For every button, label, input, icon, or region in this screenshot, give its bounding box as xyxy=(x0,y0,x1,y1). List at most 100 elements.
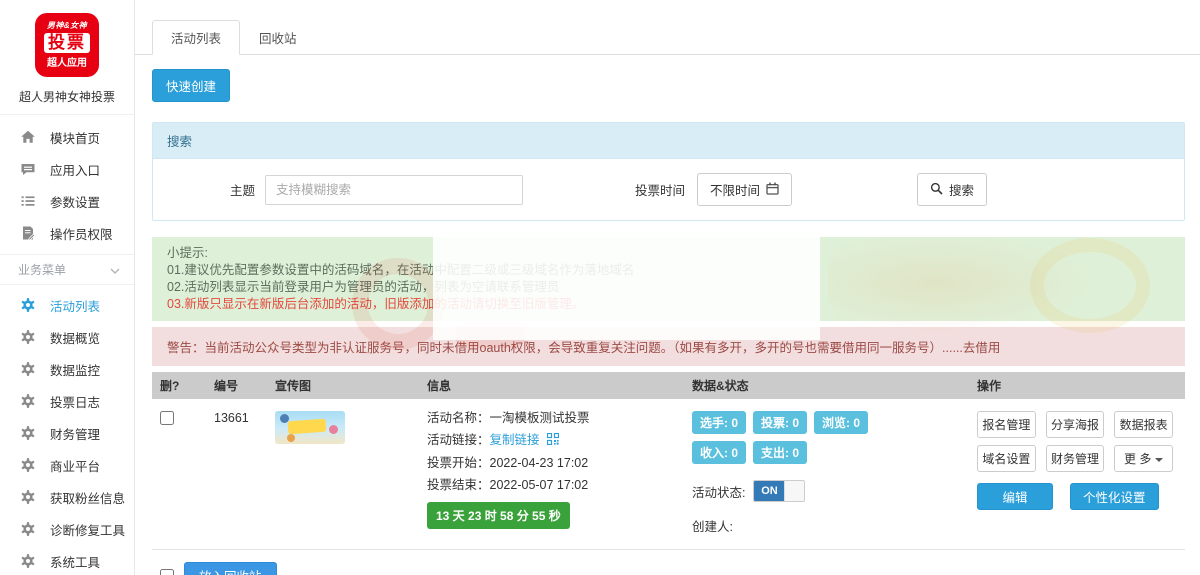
activity-name-label: 活动名称： xyxy=(427,411,490,425)
sidebar-item-operator-permissions[interactable]: 操作员权限 xyxy=(0,217,134,249)
list-icon xyxy=(20,193,36,209)
warning-alert: 警告：当前活动公众号类型为非认证服务号，同时未借用oauth权限，会导致重复关注… xyxy=(152,327,1185,366)
activity-status-toggle[interactable]: ON xyxy=(753,480,805,502)
tips-alert: 小提示: 01.建议优先配置参数设置中的活码域名，在活动中配置二级或三级域名作为… xyxy=(152,237,1185,321)
document-edit-icon xyxy=(20,225,36,241)
sidebar-item-label: 商业平台 xyxy=(50,456,100,475)
tab-recycle-bin[interactable]: 回收站 xyxy=(240,20,316,55)
tips-line-1: 01.建议优先配置参数设置中的活码域名，在活动中配置二级或三级域名作为落地域名 xyxy=(167,262,1170,279)
header-image: 宣传图 xyxy=(275,377,427,394)
vote-time-label: 投票时间 xyxy=(635,180,685,199)
table-footer: 放入回收站 xyxy=(152,550,1185,575)
sidebar-section-business-menu[interactable]: 业务菜单 xyxy=(0,254,134,285)
share-poster-button[interactable]: 分享海报 xyxy=(1046,411,1105,438)
sidebar-item-vote-log[interactable]: 投票日志 xyxy=(0,385,134,417)
header-info: 信息 xyxy=(427,377,692,394)
tab-bar: 活动列表 回收站 xyxy=(135,20,1200,55)
gear-icon xyxy=(20,457,36,473)
toggle-on-label: ON xyxy=(754,481,784,501)
activity-stats: 选手: 0投票: 0浏览: 0 收入: 0支出: 0 活动状态: ON xyxy=(692,411,977,535)
sidebar-item-label: 应用入口 xyxy=(50,160,100,179)
sidebar-item-business-platform[interactable]: 商业平台 xyxy=(0,449,134,481)
topic-label: 主题 xyxy=(167,180,255,199)
gear-icon xyxy=(20,361,36,377)
activity-link-label: 活动链接： xyxy=(427,433,490,447)
sidebar-item-label: 活动列表 xyxy=(50,296,100,315)
activity-info: 活动名称：一淘模板测试投票 活动链接：复制链接 投票开始：2022-04-23 … xyxy=(427,411,692,535)
sidebar-item-get-fans-info[interactable]: 获取粉丝信息 xyxy=(0,481,134,513)
sidebar-main-menu: 模块首页 应用入口 参数设置 操作员权限 xyxy=(0,115,134,249)
signup-manage-button[interactable]: 报名管理 xyxy=(977,411,1036,438)
finance-manage-button[interactable]: 财务管理 xyxy=(1046,445,1105,472)
sidebar-item-data-overview[interactable]: 数据概览 xyxy=(0,321,134,353)
logo-tagline: 男神&女神 xyxy=(39,20,95,31)
sidebar-item-activity-list[interactable]: 活动列表 xyxy=(0,289,134,321)
sidebar-item-app-entry[interactable]: 应用入口 xyxy=(0,153,134,185)
vote-start-label: 投票开始： xyxy=(427,456,490,470)
sidebar-item-label: 获取粉丝信息 xyxy=(50,488,125,507)
tab-activity-list[interactable]: 活动列表 xyxy=(152,20,240,55)
data-report-button[interactable]: 数据报表 xyxy=(1114,411,1173,438)
header-id: 编号 xyxy=(214,377,275,394)
table-row: 13661 活动名称：一淘模板测试投票 xyxy=(152,399,1185,550)
tips-line-3: 03.新版只显示在新版后台添加的活动，旧版添加的活动请切换至旧版管理。 xyxy=(167,296,1170,313)
search-form: 主题 投票时间 不限时间 搜索 xyxy=(153,159,1184,220)
search-icon xyxy=(930,182,943,198)
sidebar-item-parameter-settings[interactable]: 参数设置 xyxy=(0,185,134,217)
sidebar-item-module-home[interactable]: 模块首页 xyxy=(0,121,134,153)
quick-create-button[interactable]: 快速创建 xyxy=(152,69,230,102)
warning-text: 警告：当前活动公众号类型为非认证服务号，同时未借用oauth权限，会导致重复关注… xyxy=(167,341,1000,355)
gear-icon xyxy=(20,521,36,537)
vote-end-label: 投票结束： xyxy=(427,478,490,492)
qr-code-icon[interactable] xyxy=(547,434,559,448)
activity-table: 删? 编号 宣传图 信息 数据&状态 操作 13661 xyxy=(152,372,1185,575)
topic-search-input[interactable] xyxy=(265,175,523,205)
content-area: 快速创建 搜索 主题 投票时间 不限时间 xyxy=(135,55,1200,575)
stat-badge-votes: 投票: 0 xyxy=(753,411,807,434)
select-all-checkbox[interactable] xyxy=(160,569,174,575)
gear-icon xyxy=(20,489,36,505)
creator-label: 创建人: xyxy=(692,516,977,535)
countdown-badge: 13 天 23 时 58 分 55 秒 xyxy=(427,502,570,529)
sidebar-item-system-tools[interactable]: 系统工具 xyxy=(0,545,134,575)
sidebar-item-label: 模块首页 xyxy=(50,128,100,147)
vote-end-time: 2022-05-07 17:02 xyxy=(490,478,589,492)
personalize-button[interactable]: 个性化设置 xyxy=(1070,483,1159,510)
activity-name: 一淘模板测试投票 xyxy=(490,411,590,425)
copy-link[interactable]: 复制链接 xyxy=(490,433,540,447)
sidebar-item-diagnostic-tools[interactable]: 诊断修复工具 xyxy=(0,513,134,545)
table-header: 删? 编号 宣传图 信息 数据&状态 操作 xyxy=(152,372,1185,399)
sidebar-item-label: 系统工具 xyxy=(50,552,100,571)
sidebar-item-label: 诊断修复工具 xyxy=(50,520,125,539)
sidebar-item-data-monitor[interactable]: 数据监控 xyxy=(0,353,134,385)
search-button[interactable]: 搜索 xyxy=(917,173,987,206)
header-delete: 删? xyxy=(152,377,214,394)
time-range-button[interactable]: 不限时间 xyxy=(697,173,792,206)
sidebar-item-label: 财务管理 xyxy=(50,424,100,443)
calendar-icon xyxy=(766,182,779,198)
sidebar-item-label: 操作员权限 xyxy=(50,224,113,243)
caret-down-icon xyxy=(1155,458,1163,462)
chevron-down-icon xyxy=(110,263,120,277)
select-row-checkbox[interactable] xyxy=(160,411,174,425)
promo-ribbon xyxy=(288,419,327,435)
promo-image xyxy=(275,411,345,444)
edit-button[interactable]: 编辑 xyxy=(977,483,1053,510)
home-icon xyxy=(20,129,36,145)
activity-id: 13661 xyxy=(214,411,275,535)
sidebar-item-finance[interactable]: 财务管理 xyxy=(0,417,134,449)
domain-settings-button[interactable]: 域名设置 xyxy=(977,445,1036,472)
move-to-recycle-button[interactable]: 放入回收站 xyxy=(184,562,277,575)
sidebar: 男神&女神 投票 超人应用 超人男神女神投票 模块首页 应用入口 xyxy=(0,0,135,575)
sidebar-business-menu: 活动列表 数据概览 数据监控 投票日志 财务管理 商业平台 xyxy=(0,285,134,575)
sidebar-item-label: 数据监控 xyxy=(50,360,100,379)
vote-start-time: 2022-04-23 17:02 xyxy=(490,456,589,470)
sidebar-item-label: 投票日志 xyxy=(50,392,100,411)
stat-badge-views: 浏览: 0 xyxy=(814,411,868,434)
app-name: 超人男神女神投票 xyxy=(0,88,134,105)
gear-icon xyxy=(20,553,36,569)
more-button[interactable]: 更 多 xyxy=(1114,445,1173,472)
toggle-off-track xyxy=(784,481,804,501)
search-panel: 搜索 主题 投票时间 不限时间 搜索 xyxy=(152,122,1185,221)
section-label: 业务菜单 xyxy=(18,261,66,278)
